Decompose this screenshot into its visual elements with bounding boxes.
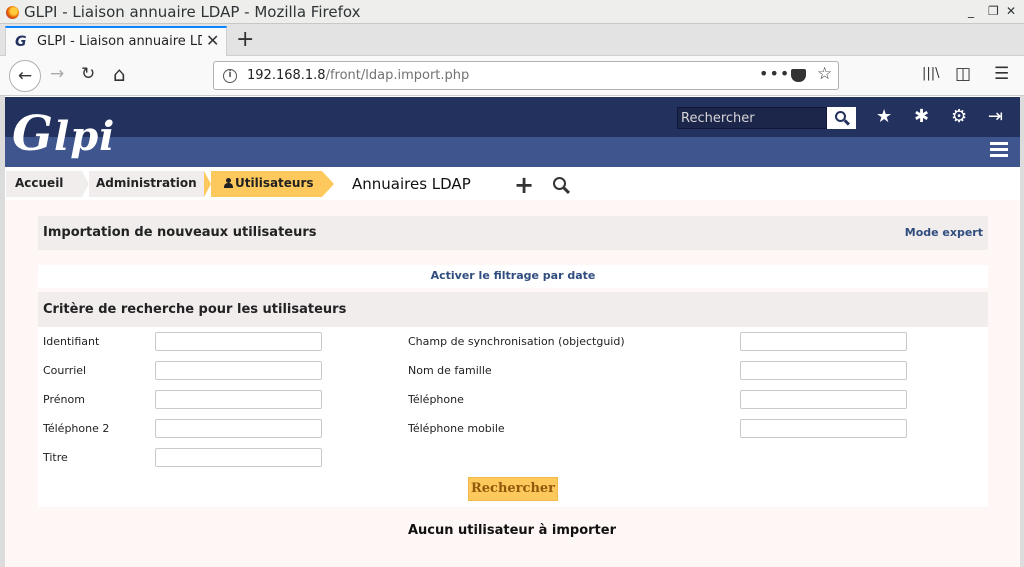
window-close-icon[interactable]: ✕: [1006, 4, 1016, 18]
page-title[interactable]: Annuaires LDAP: [352, 175, 471, 193]
window-frame-right: [1020, 96, 1024, 567]
bookmark-star-icon[interactable]: ☆: [817, 64, 832, 84]
preferences-gear-icon[interactable]: ⚙: [951, 106, 967, 127]
telephone-label: Téléphone: [408, 393, 464, 406]
url-path: /front/ldap.import.php: [325, 68, 470, 83]
library-icon[interactable]: |||\: [922, 66, 940, 81]
sync-field-label: Champ de synchronisation (objectguid): [408, 335, 625, 348]
window-titlebar: GLPI - Liaison annuaire LDAP - Mozilla F…: [0, 0, 1024, 24]
rechercher-button[interactable]: Rechercher: [468, 477, 558, 501]
user-icon: [224, 178, 233, 188]
breadcrumb-accueil[interactable]: Accueil: [6, 171, 82, 197]
window-title: GLPI - Liaison annuaire LDAP - Mozilla F…: [24, 3, 361, 21]
telephone2-field[interactable]: [155, 419, 322, 438]
nom-famille-label: Nom de famille: [408, 364, 492, 377]
identifiant-label: Identifiant: [43, 335, 100, 348]
forward-button[interactable]: →: [50, 64, 64, 84]
date-filter-row: Activer le filtrage par date: [38, 265, 988, 288]
identifiant-field[interactable]: [155, 332, 322, 351]
prenom-label: Prénom: [43, 393, 85, 406]
glpi-header: [5, 97, 1020, 137]
browser-tab[interactable]: G GLPI - Liaison annuaire LDAP ✕: [5, 26, 227, 56]
breadcrumb-administration[interactable]: Administration: [82, 171, 204, 197]
breadcrumb-utilisateurs[interactable]: Utilisateurs: [204, 171, 334, 197]
telephone-mobile-field[interactable]: [740, 419, 907, 438]
hamburger-menu-icon[interactable]: [990, 142, 1008, 160]
site-info-icon[interactable]: i: [223, 69, 237, 83]
titre-label: Titre: [43, 451, 68, 464]
import-panel-title: Importation de nouveaux utilisateurs: [43, 225, 317, 240]
breadcrumb-utilisateurs-label: Utilisateurs: [235, 176, 314, 190]
reload-button[interactable]: ↻: [81, 64, 95, 84]
tab-close-icon[interactable]: ✕: [206, 31, 219, 50]
courriel-label: Courriel: [43, 364, 87, 377]
nom-famille-field[interactable]: [740, 361, 907, 380]
url-host: 192.168.1.8: [247, 68, 326, 83]
bookmarks-star-icon[interactable]: ★: [876, 106, 892, 127]
glpi-favicon-icon: G: [15, 34, 27, 50]
import-panel-header: Importation de nouveaux utilisateurs Mod…: [38, 216, 988, 250]
restore-icon[interactable]: ❐: [988, 4, 999, 18]
url-bar[interactable]: i 192.168.1.8/front/ldap.import.php ••• …: [213, 61, 839, 90]
url-text: 192.168.1.8/front/ldap.import.php: [247, 68, 469, 83]
tab-title: GLPI - Liaison annuaire LDAP: [37, 34, 202, 49]
glpi-subheader: [5, 137, 1020, 167]
date-filter-link[interactable]: Activer le filtrage par date: [38, 269, 988, 282]
page-actions-icon[interactable]: •••: [759, 64, 790, 83]
search-button[interactable]: [827, 107, 856, 129]
sync-field[interactable]: [740, 332, 907, 351]
tab-strip: G GLPI - Liaison annuaire LDAP ✕: [0, 24, 1024, 56]
global-search-input[interactable]: [677, 107, 827, 129]
telephone-mobile-label: Téléphone mobile: [408, 422, 505, 435]
home-button[interactable]: ⌂: [113, 62, 126, 86]
navigation-bar: ← → ↻ ⌂ i 192.168.1.8/front/ldap.import.…: [0, 56, 1024, 96]
glpi-logo[interactable]: Glpi: [12, 106, 115, 162]
telephone2-label: Téléphone 2: [43, 422, 110, 435]
add-icon[interactable]: +: [514, 171, 534, 199]
courriel-field[interactable]: [155, 361, 322, 380]
titre-field[interactable]: [155, 448, 322, 467]
telephone-field[interactable]: [740, 390, 907, 409]
firefox-icon: [6, 6, 19, 19]
criteria-panel-header: Critère de recherche pour les utilisateu…: [38, 292, 988, 327]
debug-bug-icon[interactable]: ✱: [914, 106, 929, 127]
result-message: Aucun utilisateur à importer: [407, 523, 617, 538]
pocket-icon[interactable]: [791, 69, 806, 82]
new-tab-button[interactable]: +: [236, 27, 254, 52]
menu-icon[interactable]: ☰: [994, 64, 1009, 84]
minimize-icon[interactable]: _: [968, 4, 974, 18]
back-button[interactable]: ←: [9, 60, 41, 92]
prenom-field[interactable]: [155, 390, 322, 409]
expert-mode-link[interactable]: Mode expert: [905, 226, 983, 239]
sidebar-icon[interactable]: ◫: [955, 64, 971, 84]
criteria-title: Critère de recherche pour les utilisateu…: [43, 302, 347, 317]
logout-icon[interactable]: ⇥: [988, 106, 1003, 127]
